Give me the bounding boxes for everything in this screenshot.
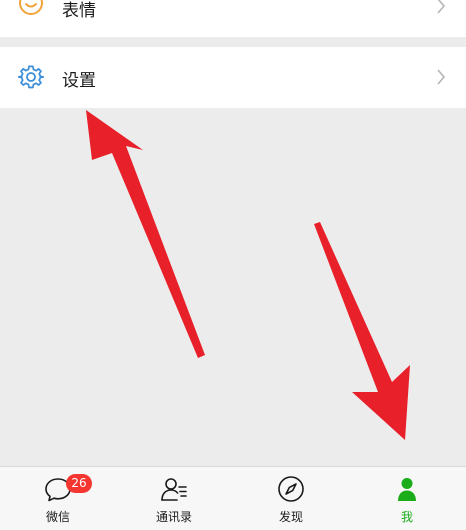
tab-contacts[interactable]: 通讯录	[134, 467, 214, 530]
menu-item-label: 表情	[62, 1, 96, 21]
menu-item-settings[interactable]: 设置	[0, 47, 466, 108]
contacts-icon	[161, 478, 187, 501]
annotation-arrow-settings	[86, 110, 205, 358]
chevron-right-icon	[437, 0, 446, 14]
annotation-arrow-me	[314, 222, 410, 440]
unread-badge: 26	[66, 474, 92, 493]
person-icon	[398, 478, 416, 501]
menu-item-label: 设置	[62, 71, 96, 91]
gear-icon	[18, 65, 44, 89]
tab-label: 我	[400, 510, 413, 524]
tab-discover[interactable]: 发现	[251, 467, 331, 530]
tab-label: 微信	[45, 510, 70, 524]
tab-me[interactable]: 我	[367, 467, 447, 530]
bottom-tab-bar: 26 微信 通讯录 发现 我	[0, 466, 466, 530]
menu-item-sticker[interactable]: 表情	[0, 0, 466, 37]
tab-label: 通讯录	[155, 510, 192, 524]
chevron-right-icon	[437, 69, 446, 85]
compass-icon	[278, 476, 304, 502]
smiley-face-icon	[19, 0, 43, 15]
tab-label: 发现	[278, 510, 303, 524]
tab-chats[interactable]: 26 微信	[18, 467, 98, 530]
